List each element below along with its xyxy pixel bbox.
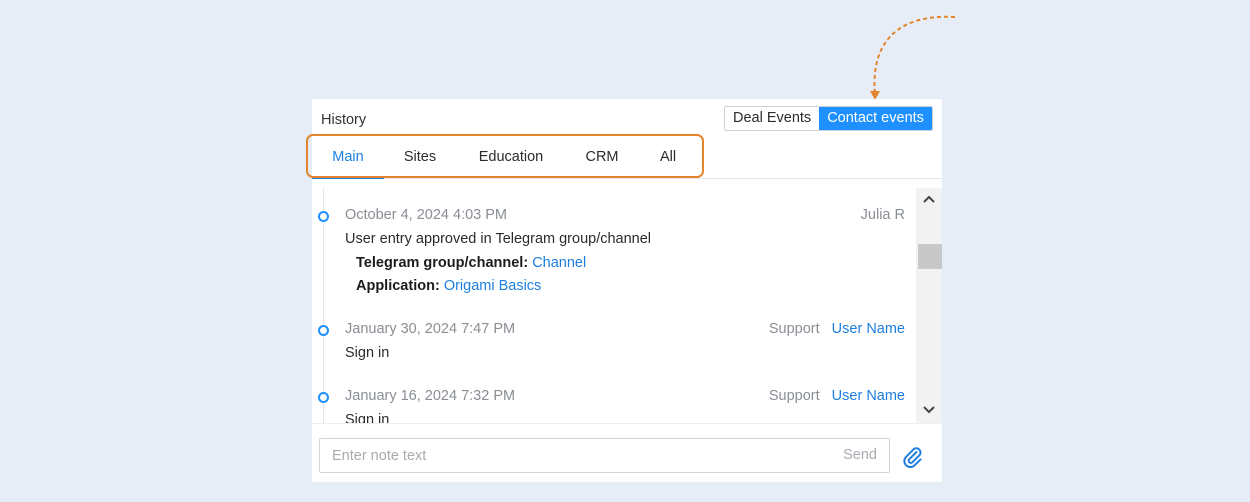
scrollbar-thumb[interactable]	[918, 244, 942, 269]
channel-link[interactable]: Channel	[532, 255, 586, 271]
entry-detail: Telegram group/channel: Channel	[356, 255, 586, 271]
contact-events-button[interactable]: Contact events	[819, 107, 932, 130]
tab-main[interactable]: Main	[312, 137, 384, 179]
chevron-down-icon[interactable]	[916, 399, 942, 421]
entry-message: Sign in	[345, 412, 390, 423]
timeline-line	[323, 188, 324, 423]
history-tabs: Main Sites Education CRM All	[312, 137, 942, 179]
entry-author: Support User Name	[769, 388, 905, 404]
tab-sites[interactable]: Sites	[390, 137, 450, 179]
entry-message: User entry approved in Telegram group/ch…	[345, 231, 652, 247]
timeline-dot-icon	[318, 211, 329, 222]
entry-author-link[interactable]: User Name	[832, 321, 905, 337]
application-link[interactable]: Origami Basics	[444, 278, 542, 294]
note-input[interactable]	[332, 439, 812, 472]
entry-date: January 16, 2024 7:32 PM	[345, 388, 516, 404]
footer-divider	[312, 423, 942, 424]
entry-author-name: Julia R	[860, 207, 905, 223]
event-type-toggle: Deal Events Contact events	[724, 106, 933, 131]
tab-education[interactable]: Education	[467, 137, 555, 179]
panel-title: History	[321, 112, 367, 128]
timeline-dot-icon	[318, 392, 329, 403]
detail-label: Application:	[356, 278, 440, 294]
entry-date: January 30, 2024 7:47 PM	[345, 321, 516, 337]
entry-author: Support User Name	[769, 321, 905, 337]
feed-scrollbar[interactable]	[916, 188, 942, 423]
deal-events-button[interactable]: Deal Events	[725, 107, 820, 130]
note-box: Send	[319, 438, 890, 473]
entry-detail: Application: Origami Basics	[356, 278, 541, 294]
timeline-dot-icon	[318, 325, 329, 336]
paperclip-icon[interactable]	[901, 444, 923, 468]
tab-all[interactable]: All	[648, 137, 688, 179]
send-button[interactable]: Send	[843, 439, 877, 472]
chevron-up-icon[interactable]	[916, 188, 942, 210]
tab-crm[interactable]: CRM	[572, 137, 632, 179]
active-tab-indicator	[312, 177, 384, 179]
entry-author-role: Support	[768, 321, 820, 337]
history-panel: History Deal Events Contact events Main …	[306, 99, 942, 482]
history-feed[interactable]: October 4, 2024 4:03 PM Julia R User ent…	[312, 188, 916, 423]
entry-author-role: Support	[768, 388, 820, 404]
detail-label: Telegram group/channel:	[356, 255, 529, 271]
entry-date: October 4, 2024 4:03 PM	[345, 207, 508, 223]
entry-author-link[interactable]: User Name	[832, 388, 905, 404]
entry-author: Julia R	[861, 207, 905, 223]
entry-message: Sign in	[345, 345, 390, 361]
